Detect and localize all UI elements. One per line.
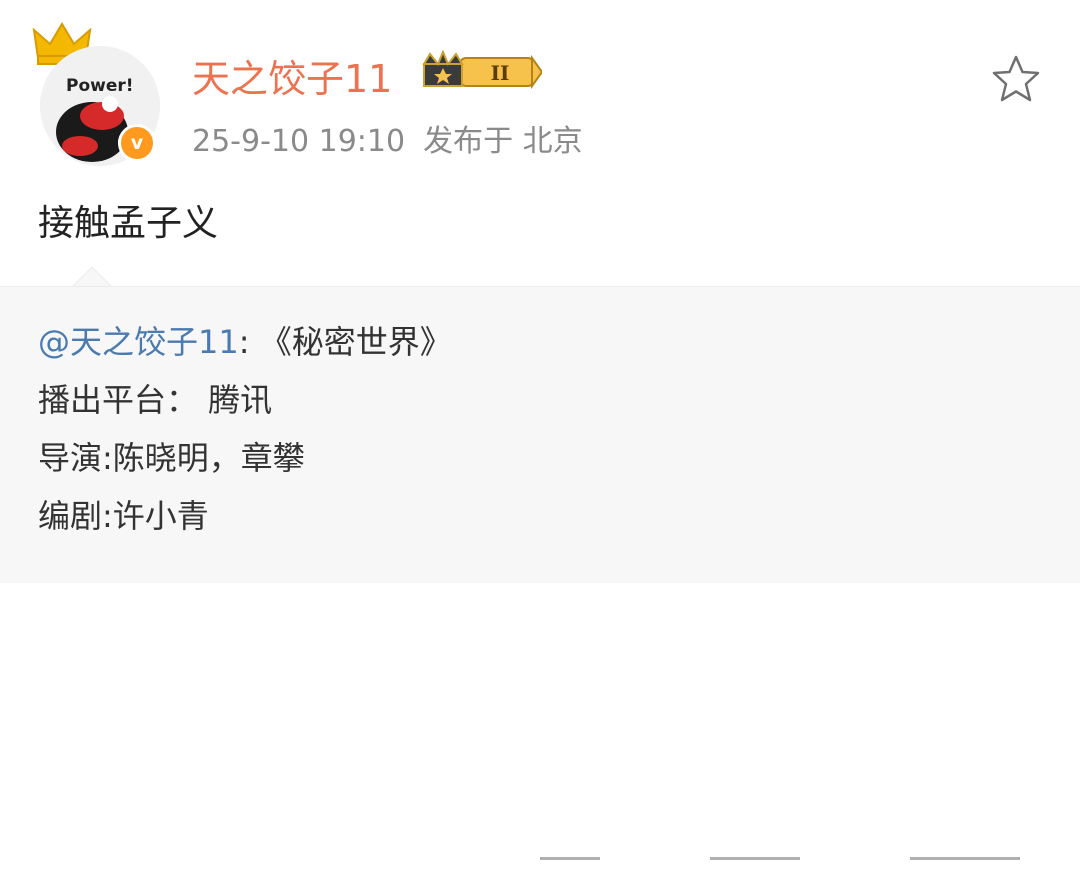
post-location: 发布于 北京: [423, 124, 583, 159]
avatar-container[interactable]: Power! v: [28, 20, 168, 170]
level-badge[interactable]: II: [420, 50, 542, 94]
repost-content: @天之饺子11: 《秘密世界》 播出平台： 腾讯 导演:陈晓明，章攀 编剧:许小…: [38, 313, 452, 545]
repost-pointer: [72, 266, 112, 288]
avatar-caption: Power!: [66, 76, 134, 96]
comment-action[interactable]: [710, 857, 800, 874]
level-badge-label: II: [491, 61, 510, 85]
star-outline-icon[interactable]: [990, 54, 1042, 104]
repost-line-writer: 编剧:许小青: [38, 497, 209, 535]
repost-title-line: @天之饺子11: 《秘密世界》: [38, 313, 452, 371]
post-meta: 25-9-10 19:10 发布于 北京: [192, 116, 583, 160]
verified-badge: v: [118, 124, 156, 162]
like-action[interactable]: [910, 857, 1020, 874]
action-bar-partial: [520, 857, 1080, 877]
repost-line-platform: 播出平台： 腾讯: [38, 381, 273, 419]
repost-title: : 《秘密世界》: [238, 323, 452, 361]
post-time: 25-9-10 19:10: [192, 124, 406, 159]
username[interactable]: 天之饺子11: [192, 48, 392, 103]
mention-link[interactable]: @天之饺子11: [38, 323, 239, 361]
repost-action[interactable]: [540, 857, 600, 874]
repost-card[interactable]: @天之饺子11: 《秘密世界》 播出平台： 腾讯 导演:陈晓明，章攀 编剧:许小…: [0, 286, 1080, 860]
repost-line-director: 导演:陈晓明，章攀: [38, 439, 305, 477]
post-text: 接触孟子义: [38, 203, 219, 244]
crown-level-icon: [422, 50, 464, 87]
